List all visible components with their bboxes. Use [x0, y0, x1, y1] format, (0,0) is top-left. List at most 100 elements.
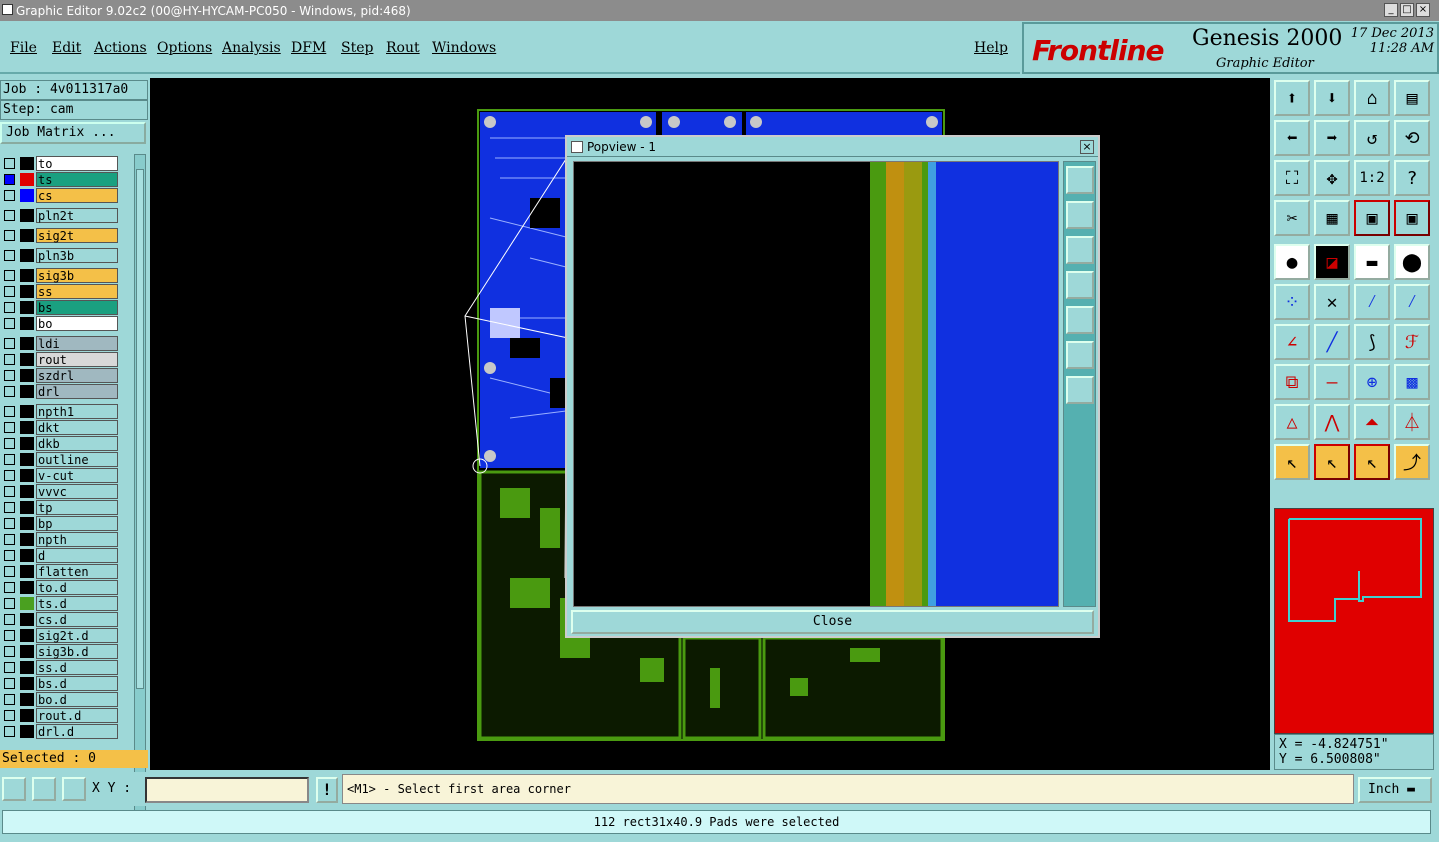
layer-name[interactable]: rout.d: [36, 708, 118, 723]
menu-windows[interactable]: Windows: [432, 40, 496, 56]
zoom-home-icon[interactable]: ⛶: [1274, 160, 1310, 196]
layer-row-v-cut[interactable]: v-cut: [0, 468, 132, 483]
menu-edit[interactable]: Edit: [52, 40, 81, 56]
layer-color-swatch[interactable]: [20, 453, 34, 466]
layer-row-rout[interactable]: rout: [0, 352, 132, 367]
layer-row-outline[interactable]: outline: [0, 452, 132, 467]
layer-name[interactable]: ss: [36, 284, 118, 299]
layer-row-pln3b[interactable]: pln3b: [0, 248, 132, 263]
layer-name[interactable]: dkt: [36, 420, 118, 435]
menu-actions[interactable]: Actions: [94, 40, 147, 56]
layer-row-cs[interactable]: cs: [0, 188, 132, 203]
layer-color-swatch[interactable]: [20, 533, 34, 546]
pan-right-tool-icon[interactable]: ➡: [1314, 120, 1350, 156]
popview-close-button[interactable]: Close: [571, 610, 1094, 634]
layer-color-swatch[interactable]: [20, 269, 34, 282]
layer-checkbox[interactable]: [4, 598, 15, 609]
layer-name[interactable]: npth1: [36, 404, 118, 419]
layer-name[interactable]: sig2t.d: [36, 628, 118, 643]
fill-icon[interactable]: ◪: [1314, 244, 1350, 280]
line-blue-icon[interactable]: ⁄: [1394, 284, 1430, 320]
layer-checkbox[interactable]: [4, 286, 15, 297]
move-nodes-icon[interactable]: ⁘: [1274, 284, 1310, 320]
layer-color-swatch[interactable]: [20, 501, 34, 514]
layer-row-ss[interactable]: ss: [0, 284, 132, 299]
delete-icon[interactable]: ✕: [1314, 284, 1350, 320]
layer-name[interactable]: sig2t: [36, 228, 118, 243]
layer-checkbox[interactable]: [4, 438, 15, 449]
layer-color-swatch[interactable]: [20, 549, 34, 562]
select-polygon-icon[interactable]: ↖: [1354, 444, 1390, 480]
layer-name[interactable]: bo: [36, 316, 118, 331]
home-icon[interactable]: ⌂: [1354, 80, 1390, 116]
layer-row-cs.d[interactable]: cs.d: [0, 612, 132, 627]
layer-checkbox[interactable]: [4, 550, 15, 561]
layer-color-swatch[interactable]: [20, 353, 34, 366]
layer-checkbox[interactable]: [4, 630, 15, 641]
zoom-out-icon[interactable]: [1066, 341, 1094, 369]
layer-checkbox[interactable]: [4, 502, 15, 513]
menu-options[interactable]: Options: [157, 40, 212, 56]
layer-name[interactable]: v-cut: [36, 468, 118, 483]
layer-color-swatch[interactable]: [20, 157, 34, 170]
pan-down-tool-icon[interactable]: ⬇: [1314, 80, 1350, 116]
layer-color-swatch[interactable]: [20, 173, 34, 186]
layer-row-drl[interactable]: drl: [0, 384, 132, 399]
layer-row-sig2t.d[interactable]: sig2t.d: [0, 628, 132, 643]
layer-name[interactable]: d: [36, 548, 118, 563]
help-icon[interactable]: ?: [1394, 160, 1430, 196]
layer-name[interactable]: outline: [36, 452, 118, 467]
layer-checkbox[interactable]: [4, 678, 15, 689]
xy-input[interactable]: [145, 777, 309, 803]
zoom-fit-icon[interactable]: [1066, 166, 1094, 194]
layer-name[interactable]: flatten: [36, 564, 118, 579]
layer-scrollbar[interactable]: [134, 154, 146, 820]
layer-color-swatch[interactable]: [20, 421, 34, 434]
measure-tool-icon[interactable]: [2, 777, 26, 801]
horizontal-line-icon[interactable]: —: [1314, 364, 1350, 400]
polygon-split-icon[interactable]: ⏃: [1394, 404, 1430, 440]
layer-name[interactable]: szdrl: [36, 368, 118, 383]
layer-row-pln2t[interactable]: pln2t: [0, 208, 132, 223]
layer-name[interactable]: bs.d: [36, 676, 118, 691]
select-box-icon[interactable]: ↖: [1314, 444, 1350, 480]
line-red-icon[interactable]: ⁄: [1354, 284, 1390, 320]
zoom-in-icon[interactable]: [1066, 376, 1094, 404]
layer-color-swatch[interactable]: [20, 661, 34, 674]
center-icon[interactable]: ⊕: [1354, 364, 1390, 400]
layer-row-rout.d[interactable]: rout.d: [0, 708, 132, 723]
layer-color-swatch[interactable]: [20, 517, 34, 530]
layer-color-swatch[interactable]: [20, 405, 34, 418]
layer-row-dkt[interactable]: dkt: [0, 420, 132, 435]
layer-checkbox[interactable]: [4, 422, 15, 433]
menu-step[interactable]: Step: [341, 40, 373, 56]
layer-checkbox[interactable]: [4, 210, 15, 221]
grid-icon[interactable]: ▦: [1314, 200, 1350, 236]
layer-color-swatch[interactable]: [20, 645, 34, 658]
layer-checkbox[interactable]: [4, 566, 15, 577]
layer-checkbox[interactable]: [4, 726, 15, 737]
layer-checkbox[interactable]: [4, 230, 15, 241]
layer-color-swatch[interactable]: [20, 209, 34, 222]
layer-row-sig3b[interactable]: sig3b: [0, 268, 132, 283]
angle-tool-icon[interactable]: [32, 777, 56, 801]
popview-close-icon[interactable]: ×: [1080, 140, 1094, 154]
layer-row-ss.d[interactable]: ss.d: [0, 660, 132, 675]
pan-right-icon[interactable]: [1066, 306, 1094, 334]
layer-checkbox[interactable]: [4, 694, 15, 705]
layer-checkbox[interactable]: [4, 158, 15, 169]
scroll-thumb[interactable]: [136, 169, 144, 689]
layer-checkbox[interactable]: [4, 406, 15, 417]
layer-color-swatch[interactable]: [20, 725, 34, 738]
layer-checkbox[interactable]: [4, 386, 15, 397]
layer-checkbox[interactable]: [4, 370, 15, 381]
layer-color-swatch[interactable]: [20, 693, 34, 706]
layer-color-swatch[interactable]: [20, 565, 34, 578]
one-to-one-icon[interactable]: 1:2: [1354, 160, 1390, 196]
layer-row-ts.d[interactable]: ts.d: [0, 596, 132, 611]
layer-name[interactable]: drl: [36, 384, 118, 399]
layer-checkbox[interactable]: [4, 354, 15, 365]
layer-name[interactable]: to.d: [36, 580, 118, 595]
zoom-previous-icon[interactable]: ↺: [1354, 120, 1390, 156]
layer-name[interactable]: tp: [36, 500, 118, 515]
